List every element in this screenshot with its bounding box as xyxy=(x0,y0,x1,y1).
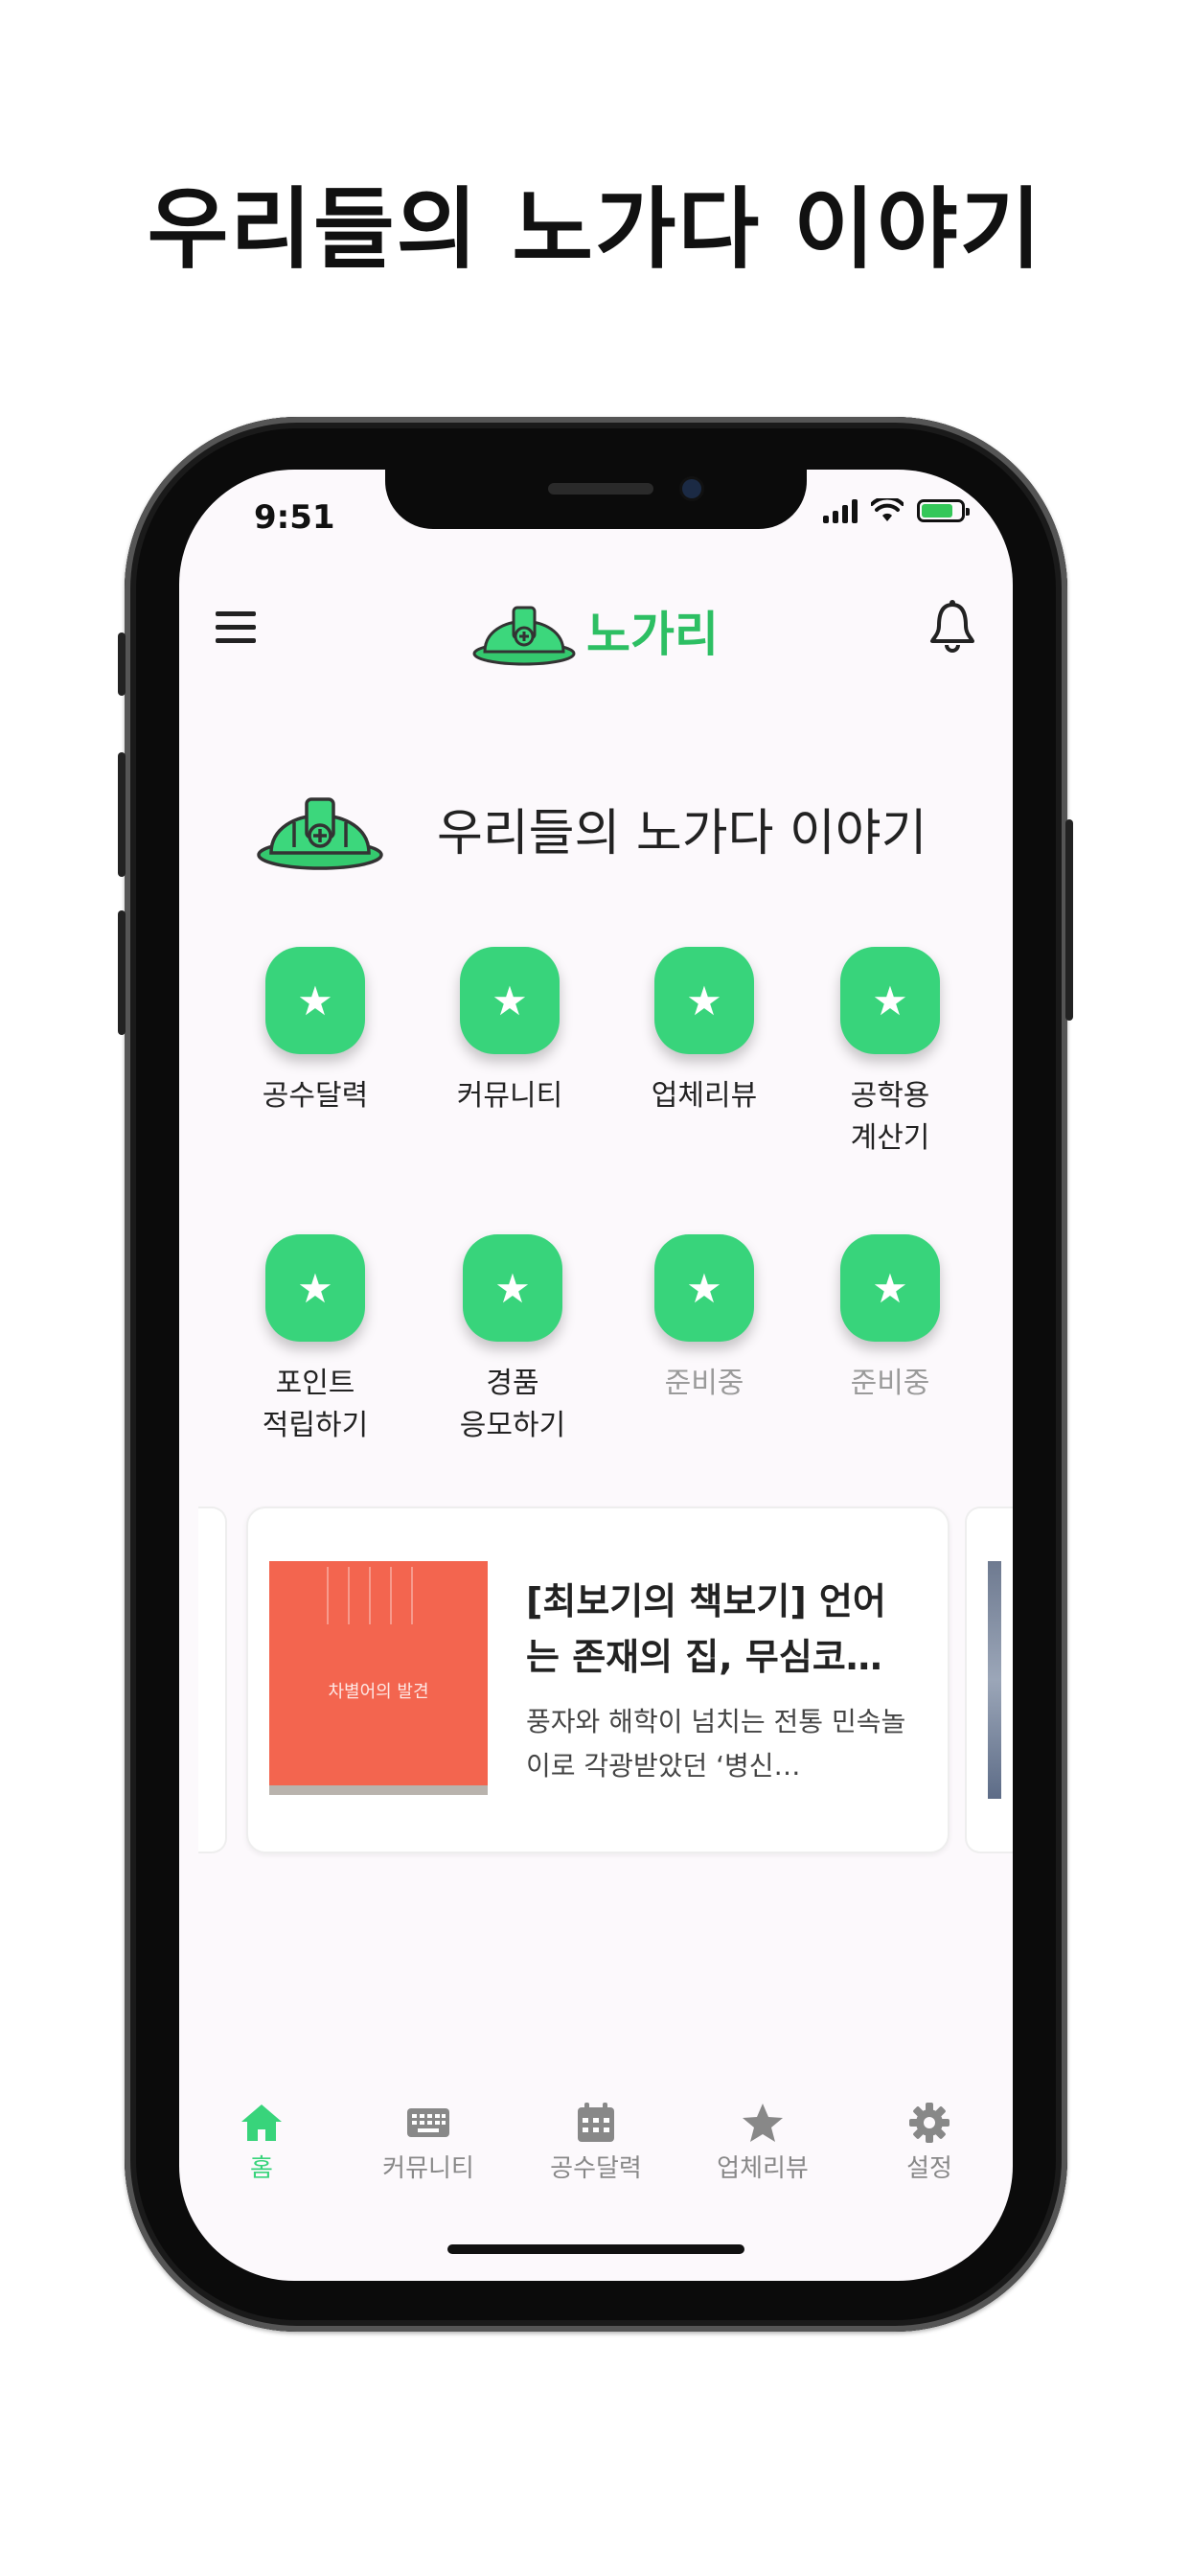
phone-volume-down xyxy=(118,910,126,1035)
home-indicator[interactable] xyxy=(447,2244,744,2254)
thumbnail-text: 차별어의 발견 xyxy=(328,1682,429,1702)
tab-label: 설정 xyxy=(906,2154,952,2183)
star-icon[interactable]: ★ xyxy=(840,947,940,1054)
tab-label: 공수달력 xyxy=(550,2154,642,2183)
menu-item-coming-soon-2[interactable]: ★ 준비중 xyxy=(804,1234,976,1405)
tab-community[interactable]: 커뮤니티 xyxy=(352,2099,505,2184)
tab-review[interactable]: 업체리뷰 xyxy=(686,2099,839,2184)
star-icon[interactable]: ★ xyxy=(265,1234,365,1342)
article-card-next[interactable] xyxy=(965,1506,1013,1853)
article-title: [최보기의 책보기] 언어는 존재의 집, 무심코… xyxy=(526,1580,886,1678)
calendar-icon xyxy=(578,2103,614,2142)
star-icon xyxy=(743,2104,783,2142)
star-icon[interactable]: ★ xyxy=(654,947,754,1054)
phone-power-button xyxy=(1065,819,1073,1021)
status-time: 9:51 xyxy=(254,498,335,537)
menu-item-label: 공학용 계산기 xyxy=(850,1079,930,1155)
keyboard-icon xyxy=(407,2108,449,2137)
tab-bar: 홈 커뮤니티 공수달력 업체리뷰 설정 xyxy=(179,2099,1013,2204)
article-card-prev[interactable] xyxy=(198,1506,227,1853)
hero-title: 우리들의 노가다 이야기 xyxy=(437,804,927,862)
star-icon[interactable]: ★ xyxy=(463,1234,562,1342)
menu-item-label: 경품 응모하기 xyxy=(459,1367,566,1442)
logo-text: 노가리 xyxy=(586,607,719,662)
star-icon[interactable]: ★ xyxy=(460,947,560,1054)
bell-icon[interactable] xyxy=(928,599,976,653)
gear-icon xyxy=(909,2103,950,2143)
tab-home[interactable]: 홈 xyxy=(185,2099,338,2184)
menu-item-label: 포인트 적립하기 xyxy=(262,1367,369,1442)
tab-calendar[interactable]: 공수달력 xyxy=(519,2099,673,2184)
signal-icon xyxy=(823,498,858,523)
hero-banner: 우리들의 노가다 이야기 xyxy=(256,784,927,872)
tab-label: 업체리뷰 xyxy=(717,2154,809,2183)
helmet-hero-icon xyxy=(257,797,383,870)
article-card[interactable]: 차별어의 발견 [최보기의 책보기] 언어는 존재의 집, 무심코… 풍자와 해… xyxy=(246,1506,950,1853)
star-icon[interactable]: ★ xyxy=(265,947,365,1054)
front-camera xyxy=(682,479,701,498)
helmet-logo-icon xyxy=(472,606,576,666)
menu-icon[interactable] xyxy=(216,611,258,644)
battery-icon xyxy=(917,499,970,522)
app-logo: 노가리 xyxy=(471,594,719,667)
menu-item-company-review[interactable]: ★ 업체리뷰 xyxy=(618,947,790,1117)
menu-item-label: 공수달력 xyxy=(262,1079,369,1113)
menu-item-points[interactable]: ★ 포인트 적립하기 xyxy=(229,1234,401,1447)
article-thumbnail: 차별어의 발견 xyxy=(269,1561,488,1795)
menu-item-label: 준비중 xyxy=(664,1367,744,1400)
menu-item-coming-soon-1[interactable]: ★ 준비중 xyxy=(618,1234,790,1405)
tab-label: 커뮤니티 xyxy=(382,2154,474,2183)
home-icon xyxy=(241,2104,282,2141)
menu-item-label: 커뮤니티 xyxy=(456,1079,563,1113)
notch xyxy=(385,470,807,529)
menu-item-community[interactable]: ★ 커뮤니티 xyxy=(423,947,596,1117)
phone-volume-up xyxy=(118,752,126,877)
menu-item-prize[interactable]: ★ 경품 응모하기 xyxy=(426,1234,599,1447)
phone-silent-switch xyxy=(118,632,126,696)
tab-label: 홈 xyxy=(250,2154,273,2183)
speaker xyxy=(548,483,653,494)
menu-item-calculator[interactable]: ★ 공학용 계산기 xyxy=(804,947,976,1160)
tab-settings[interactable]: 설정 xyxy=(853,2099,1006,2184)
article-description: 풍자와 해학이 넘치는 전통 민속놀이로 각광받았던 ‘병신… xyxy=(526,1706,906,1782)
menu-item-label: 업체리뷰 xyxy=(651,1079,758,1113)
star-icon[interactable]: ★ xyxy=(840,1234,940,1342)
phone-screen: 9:51 노가리 우리들의 노가다 이야기 ★ 공수달력 ★ 커뮤니티 ★ 업체… xyxy=(179,470,1013,2281)
star-icon[interactable]: ★ xyxy=(654,1234,754,1342)
wifi-icon xyxy=(871,498,904,521)
promo-title: 우리들의 노가다 이야기 xyxy=(147,178,1043,281)
menu-item-calendar[interactable]: ★ 공수달력 xyxy=(229,947,401,1117)
status-icons xyxy=(823,498,970,523)
menu-item-label: 준비중 xyxy=(850,1367,930,1400)
